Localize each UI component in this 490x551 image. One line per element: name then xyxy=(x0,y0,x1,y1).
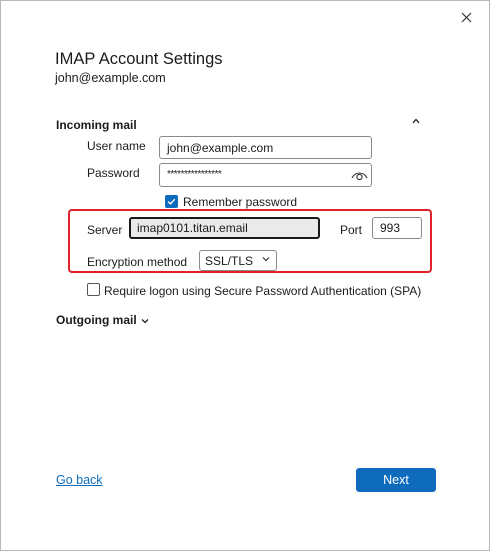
close-button[interactable] xyxy=(454,6,478,28)
spa-checkbox[interactable] xyxy=(87,283,100,296)
remember-password-checkbox[interactable] xyxy=(165,195,178,208)
reveal-password-button[interactable] xyxy=(350,168,368,182)
server-label: Server xyxy=(87,223,123,237)
dialog-title: IMAP Account Settings xyxy=(55,50,223,68)
account-email: john@example.com xyxy=(55,71,166,85)
chevron-down-icon xyxy=(141,318,149,324)
user-name-label: User name xyxy=(87,139,146,153)
user-name-input[interactable]: john@example.com xyxy=(159,136,372,159)
remember-password-label: Remember password xyxy=(183,195,298,209)
port-label: Port xyxy=(340,223,363,237)
password-input[interactable]: **************** xyxy=(159,163,372,187)
close-icon xyxy=(461,12,471,22)
checkmark-icon xyxy=(167,198,176,205)
chevron-down-icon xyxy=(262,257,270,262)
encryption-method-label: Encryption method xyxy=(87,255,188,269)
spa-label: Require logon using Secure Password Auth… xyxy=(104,284,422,298)
server-input[interactable]: imap0101.titan.email xyxy=(129,217,320,239)
next-button[interactable]: Next xyxy=(356,468,436,492)
encryption-method-value: SSL/TLS xyxy=(205,253,254,268)
outgoing-mail-label: Outgoing mail xyxy=(56,313,137,327)
password-label: Password xyxy=(87,166,140,180)
incoming-collapse-button[interactable] xyxy=(409,115,423,127)
chevron-up-icon xyxy=(412,118,420,124)
user-name-value: john@example.com xyxy=(167,140,274,155)
port-input[interactable]: 993 xyxy=(372,217,422,239)
port-value: 993 xyxy=(380,221,401,235)
password-value: **************** xyxy=(167,169,222,180)
encryption-method-select[interactable]: SSL/TLS xyxy=(199,250,277,271)
outgoing-mail-heading[interactable]: Outgoing mail xyxy=(56,313,149,327)
imap-settings-dialog: IMAP Account Settings john@example.com I… xyxy=(0,0,490,551)
server-value: imap0101.titan.email xyxy=(137,221,248,235)
incoming-mail-heading[interactable]: Incoming mail xyxy=(56,118,137,132)
go-back-link[interactable]: Go back xyxy=(56,473,103,487)
eye-icon xyxy=(351,172,367,180)
